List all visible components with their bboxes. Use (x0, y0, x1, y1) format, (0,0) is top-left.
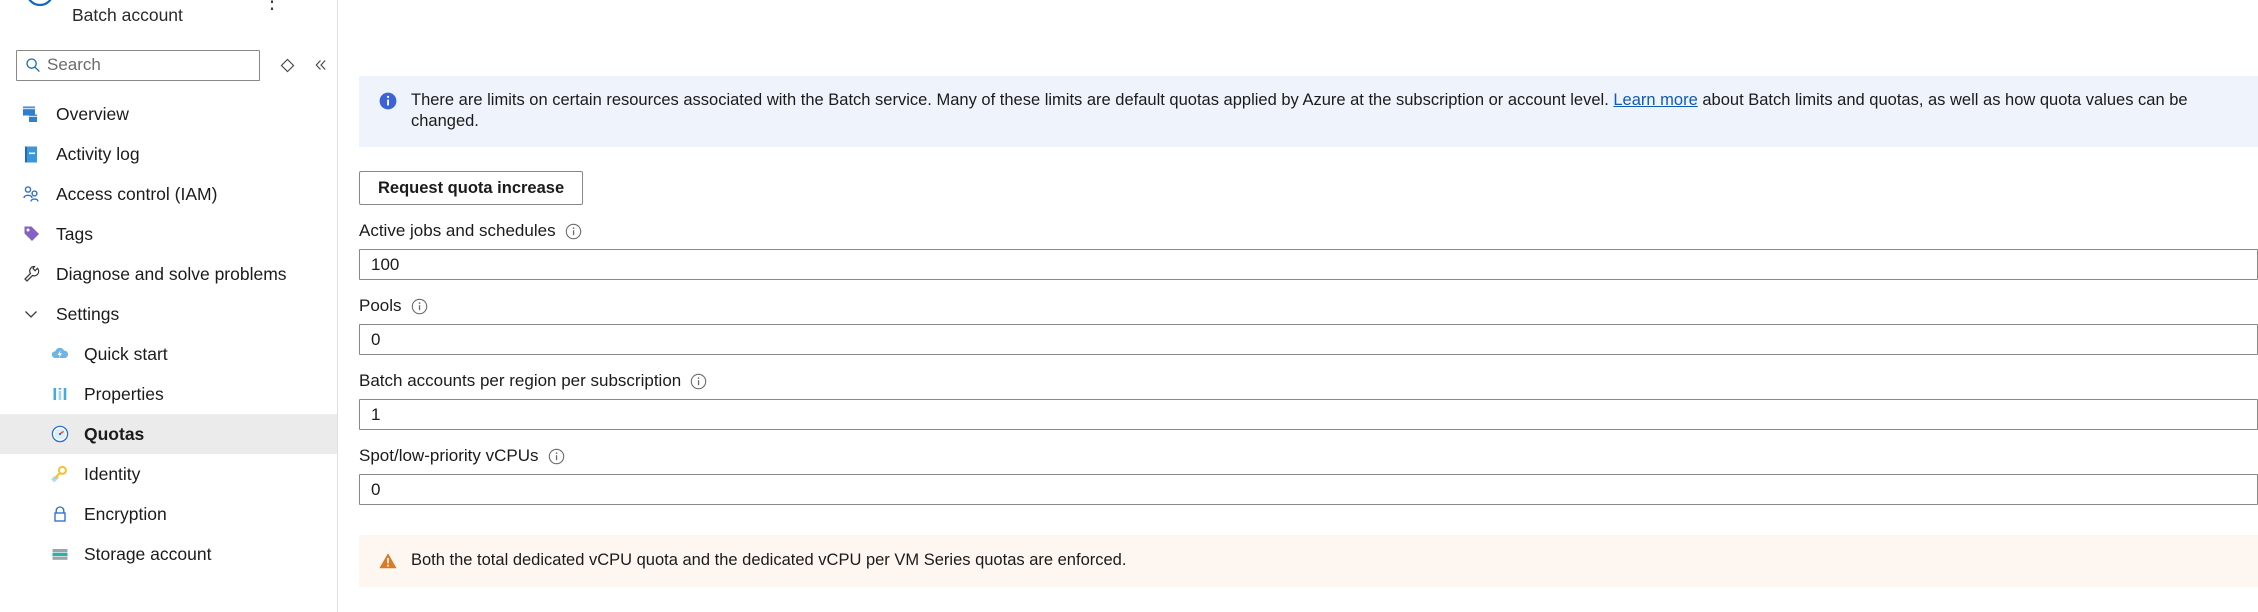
sidebar-item-activity-log[interactable]: Activity log (0, 134, 338, 174)
field-label-row: Active jobs and schedules (359, 220, 2258, 242)
quotas-content: There are limits on certain resources as… (338, 0, 2258, 612)
warning-icon (378, 551, 398, 571)
sidebar-item-label: Activity log (56, 143, 140, 164)
spot-vcpus-input[interactable] (359, 474, 2258, 505)
sidebar-item-tags[interactable]: Tags (0, 214, 338, 254)
sidebar-item-label: Diagnose and solve problems (56, 263, 287, 284)
sidebar-item-label: Quotas (84, 423, 145, 444)
field-pools: Pools (359, 295, 2258, 355)
sidebar-item-encryption[interactable]: Encryption (0, 494, 338, 534)
field-active-jobs-and-schedules: Active jobs and schedules (359, 220, 2258, 280)
warning-banner: Both the total dedicated vCPU quota and … (359, 535, 2258, 587)
info-banner-text: There are limits on certain resources as… (411, 90, 2240, 132)
double-chevron-left-icon[interactable] (304, 50, 338, 81)
sidebar-item-storage-account[interactable]: Storage account (0, 534, 338, 574)
chevron-down-icon (20, 303, 42, 325)
field-label: Spot/low-priority vCPUs (359, 446, 539, 465)
sidebar-item-properties[interactable]: Properties (0, 374, 338, 414)
search-icon (25, 57, 41, 73)
activity-log-icon (20, 143, 42, 165)
encryption-lock-icon (50, 503, 70, 525)
field-label: Active jobs and schedules (359, 221, 556, 240)
field-spot-low-priority-vcpus: Spot/low-priority vCPUs (359, 445, 2258, 505)
info-circle-icon[interactable] (690, 373, 707, 390)
sidebar-item-access-control[interactable]: Access control (IAM) (0, 174, 338, 214)
batch-accounts-input[interactable] (359, 399, 2258, 430)
learn-more-link[interactable]: Learn more (1613, 91, 1697, 109)
sidebar-item-label: Properties (84, 383, 164, 404)
resource-subtitle: Batch account (72, 5, 183, 25)
resource-more-menu[interactable]: ⋮ (262, 0, 283, 12)
tag-icon (20, 223, 42, 245)
request-quota-increase-row: Request quota increase (359, 171, 2258, 205)
overview-icon (20, 103, 42, 125)
sidebar-item-identity[interactable]: Identity (0, 454, 338, 494)
search-input[interactable] (47, 50, 259, 80)
info-circle-icon[interactable] (411, 298, 428, 315)
properties-bars-icon (50, 383, 70, 405)
warning-banner-text: Both the total dedicated vCPU quota and … (411, 551, 1127, 569)
field-label: Batch accounts per region per subscripti… (359, 371, 682, 390)
pools-input[interactable] (359, 324, 2258, 355)
storage-account-icon (50, 543, 70, 565)
info-banner-text-before: There are limits on certain resources as… (411, 91, 1609, 109)
search-box[interactable] (16, 49, 260, 81)
sidebar-search-row (0, 48, 338, 82)
field-label: Pools (359, 296, 402, 315)
info-banner: There are limits on certain resources as… (359, 76, 2258, 147)
sidebar-item-label: Quick start (84, 343, 168, 364)
info-circle-icon[interactable] (565, 223, 582, 240)
quotas-gauge-icon (50, 423, 70, 445)
sidebar-group-settings[interactable]: Settings (0, 294, 338, 334)
resource-header: Batch account ⋮ (0, 0, 338, 34)
field-label-row: Batch accounts per region per subscripti… (359, 370, 2258, 392)
batch-account-icon (18, 0, 62, 24)
sidebar-item-label: Access control (IAM) (56, 183, 218, 204)
sidebar-item-quick-start[interactable]: Quick start (0, 334, 338, 374)
pin-diamond-icon[interactable] (270, 50, 304, 81)
active-jobs-input[interactable] (359, 249, 2258, 280)
sidebar-item-label: Overview (56, 103, 129, 124)
identity-key-icon (50, 463, 70, 485)
sidebar-item-quotas[interactable]: Quotas (0, 414, 338, 454)
sidebar-item-label: Storage account (84, 543, 212, 564)
sidebar-nav: Overview Activity log Access control (IA… (0, 94, 338, 574)
info-circle-icon[interactable] (548, 448, 565, 465)
resource-title-block: Batch account (72, 0, 183, 25)
quick-start-cloud-icon (50, 343, 70, 365)
access-control-icon (20, 183, 42, 205)
sidebar-item-label: Encryption (84, 503, 167, 524)
sidebar-item-diagnose[interactable]: Diagnose and solve problems (0, 254, 338, 294)
field-batch-accounts-per-region: Batch accounts per region per subscripti… (359, 370, 2258, 430)
wrench-icon (20, 263, 42, 285)
sidebar-item-label: Tags (56, 223, 93, 244)
azure-portal-quotas-page: Batch account ⋮ Search Overview Activity… (0, 0, 2258, 612)
resource-sidebar: Batch account ⋮ Search Overview Activity… (0, 0, 338, 612)
sidebar-item-label: Identity (84, 463, 141, 484)
request-quota-increase-button[interactable]: Request quota increase (359, 171, 584, 205)
field-label-row: Pools (359, 295, 2258, 317)
sidebar-group-label: Settings (56, 303, 120, 324)
field-label-row: Spot/low-priority vCPUs (359, 445, 2258, 467)
sidebar-item-overview[interactable]: Overview (0, 94, 338, 134)
info-icon (378, 91, 398, 111)
